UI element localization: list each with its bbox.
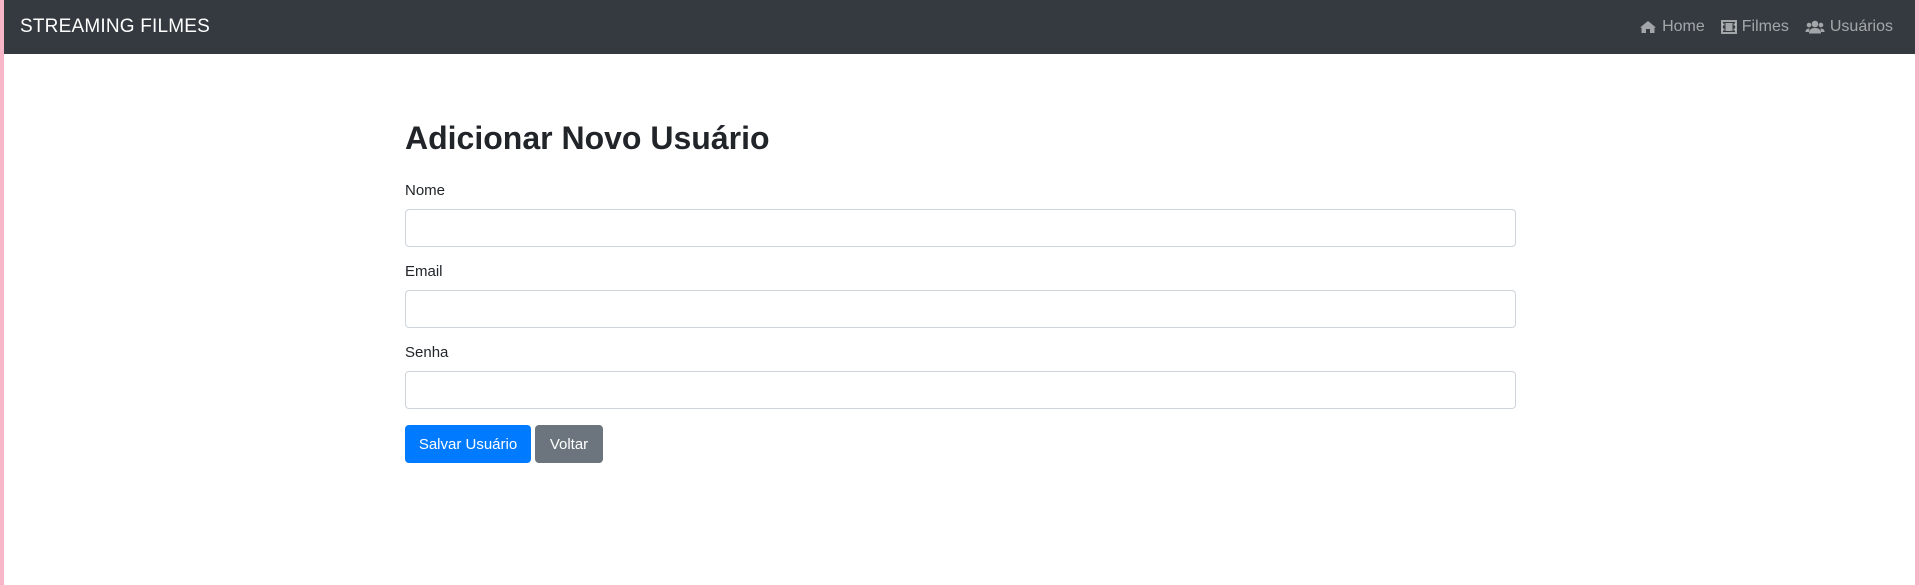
nav-links: Home Filmes Usuários [1639,18,1893,36]
nome-group: Nome [405,182,1516,247]
users-icon [1805,20,1825,34]
nav-link-home[interactable]: Home [1639,18,1705,36]
film-icon [1720,20,1737,34]
page-title: Adicionar Novo Usuário [405,120,770,156]
nav-link-filmes-label: Filmes [1741,18,1789,35]
add-user-form: Nome Email Senha Salvar Usuário Voltar [405,182,1516,463]
back-button[interactable]: Voltar [535,425,603,463]
nav-link-usuarios-label: Usuários [1829,18,1893,35]
senha-label: Senha [405,344,449,361]
navbar-brand[interactable]: STREAMING FILMES [20,16,210,38]
navbar: STREAMING FILMES Home Filmes Usuários [4,0,1915,54]
nav-link-usuarios[interactable]: Usuários [1805,18,1893,36]
email-input[interactable] [405,290,1516,328]
page: STREAMING FILMES Home Filmes Usuários Ad… [4,0,1915,585]
nome-label: Nome [405,182,446,199]
email-label: Email [405,263,443,280]
form-actions: Salvar Usuário Voltar [405,425,1516,463]
email-group: Email [405,263,1516,328]
nav-link-filmes[interactable]: Filmes [1720,18,1789,36]
nome-input[interactable] [405,209,1516,247]
nav-link-home-label: Home [1662,18,1705,35]
senha-input[interactable] [405,371,1516,409]
home-icon [1639,20,1657,34]
save-user-button[interactable]: Salvar Usuário [405,425,531,463]
senha-group: Senha [405,344,1516,409]
main-container: Adicionar Novo Usuário Nome Email Senha … [405,118,1516,463]
